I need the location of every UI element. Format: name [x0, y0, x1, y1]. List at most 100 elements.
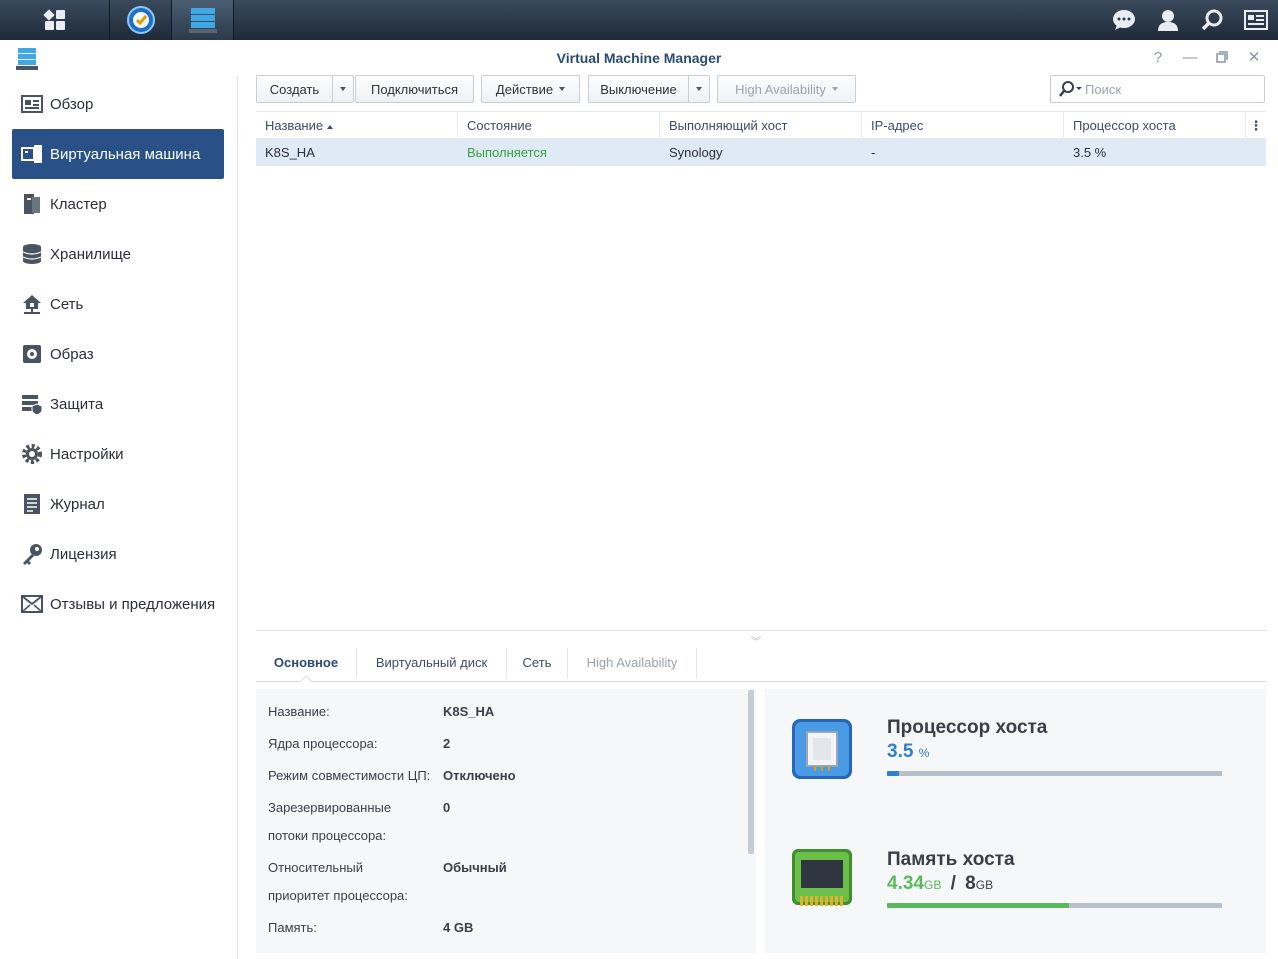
search-box[interactable] — [1050, 75, 1265, 103]
cpu-icon — [791, 718, 853, 783]
detail-label-reserved-1: Зарезервированные — [268, 800, 392, 815]
memory-usage-bar — [887, 903, 1222, 908]
sidebar-item-label: Образ — [50, 345, 94, 363]
feedback-icon — [20, 592, 44, 616]
column-header-ip[interactable]: IP-адрес — [862, 112, 1064, 139]
more-vertical-icon: ⋮ — [1249, 118, 1263, 133]
search-icon — [1059, 81, 1082, 97]
tab-virtual-disk[interactable]: Виртуальный диск — [357, 648, 507, 678]
high-availability-button[interactable]: High Availability — [717, 75, 856, 103]
sidebar-item-label: Настройки — [50, 445, 124, 463]
host-monitor-panel: Процессор хоста 3.5 % Память хоста 4.34G… — [765, 689, 1266, 953]
widgets-icon — [1244, 10, 1268, 30]
sidebar-item-settings[interactable]: Настройки — [12, 429, 224, 479]
sidebar-item-label: Виртуальная машина — [50, 145, 201, 163]
image-icon — [20, 342, 44, 366]
cell-status: Выполняется — [467, 145, 547, 160]
chevron-down-icon — [340, 87, 346, 91]
settings-icon — [20, 442, 44, 466]
create-dropdown-button[interactable] — [332, 75, 354, 103]
column-menu-button[interactable]: ⋮ — [1246, 112, 1266, 139]
detail-value-priority: Обычный — [443, 860, 507, 875]
vmm-taskbar-button[interactable] — [172, 0, 234, 40]
tab-network[interactable]: Сеть — [507, 648, 568, 678]
shutdown-dropdown-button[interactable] — [688, 75, 710, 103]
notifications-button[interactable] — [1102, 0, 1146, 40]
search-input[interactable] — [1085, 81, 1255, 97]
window-titlebar[interactable]: Virtual Machine Manager ? — ✕ — [0, 40, 1278, 76]
sidebar-item-network[interactable]: Сеть — [12, 279, 224, 329]
vmm-app-icon — [188, 8, 217, 33]
tab-general[interactable]: Основное — [256, 648, 357, 678]
restore-icon — [1216, 51, 1228, 63]
cell-ip: - — [871, 145, 876, 160]
memory-icon — [791, 848, 853, 913]
sidebar-item-image[interactable]: Образ — [12, 329, 224, 379]
user-button[interactable] — [1146, 0, 1190, 40]
details-scrollbar[interactable] — [748, 690, 754, 854]
help-icon: ? — [1153, 48, 1163, 66]
connect-button[interactable]: Подключиться — [355, 75, 474, 103]
sidebar-item-label: Хранилище — [50, 245, 131, 263]
minimize-button[interactable]: — — [1180, 48, 1200, 66]
app-update-button[interactable] — [110, 0, 172, 40]
sort-ascending-icon — [327, 124, 334, 129]
column-header-status[interactable]: Состояние — [458, 112, 660, 139]
detail-label-reserved-2: потоки процессора: — [268, 828, 387, 843]
search-button[interactable] — [1190, 0, 1234, 40]
close-button[interactable]: ✕ — [1244, 48, 1264, 66]
search-icon — [1201, 9, 1223, 31]
log-icon — [20, 492, 44, 516]
help-button[interactable]: ? — [1148, 48, 1168, 66]
sidebar-item-virtual-machine[interactable]: Виртуальная машина — [12, 129, 224, 179]
sidebar-item-log[interactable]: Журнал — [12, 479, 224, 529]
sidebar-item-label: Сеть — [50, 295, 84, 313]
widgets-button[interactable] — [1234, 0, 1278, 40]
sidebar-item-protection[interactable]: Защита — [12, 379, 224, 429]
detail-value-reserved: 0 — [443, 800, 451, 815]
sidebar-item-cluster[interactable]: Кластер — [12, 179, 224, 229]
cell-host: Synology — [669, 145, 723, 160]
create-button[interactable]: Создать — [256, 75, 333, 103]
user-icon — [1158, 10, 1178, 31]
column-header-name[interactable]: Название — [256, 112, 458, 139]
detail-tabs: Основное Виртуальный диск Сеть High Avai… — [256, 648, 1266, 687]
maximize-button[interactable] — [1212, 48, 1232, 66]
cpu-usage-fill — [887, 771, 899, 776]
sidebar-item-label: Кластер — [50, 195, 107, 213]
detail-label-name: Название: — [268, 704, 330, 719]
cpu-usage-bar — [887, 771, 1222, 776]
sidebar-item-label: Отзывы и предложения — [50, 595, 216, 613]
sidebar-item-label: Журнал — [50, 495, 105, 513]
table-row[interactable]: K8S_HA Выполняется Synology - 3.5 % — [256, 139, 1266, 166]
chevron-down-icon — [831, 87, 838, 91]
storage-icon — [20, 242, 44, 266]
sidebar-item-storage[interactable]: Хранилище — [12, 229, 224, 279]
chevron-down-icon — [696, 87, 702, 91]
sidebar-item-license[interactable]: Лицензия — [12, 529, 224, 579]
sidebar-item-overview[interactable]: Обзор — [12, 79, 224, 129]
vm-details-panel: Название: K8S_HA Ядра процессора: 2 Режи… — [256, 689, 756, 953]
sidebar-item-label: Обзор — [50, 95, 94, 113]
shutdown-button[interactable]: Выключение — [588, 75, 689, 103]
taskbar — [0, 0, 1278, 40]
detail-label-priority-1: Относительный — [268, 860, 363, 875]
table-header: Название Состояние Выполняющий хост IP-а… — [256, 111, 1266, 139]
close-icon: ✕ — [1247, 49, 1261, 66]
sidebar-item-feedback[interactable]: Отзывы и предложения — [12, 579, 224, 629]
cell-name: K8S_HA — [265, 145, 315, 160]
detail-label-priority-2: приоритет процессора: — [268, 888, 408, 903]
memory-usage-fill — [887, 903, 1069, 908]
window-title: Virtual Machine Manager — [556, 50, 722, 66]
main-menu-button[interactable] — [0, 0, 110, 40]
tab-high-availability[interactable]: High Availability — [568, 648, 697, 678]
sidebar-item-label: Лицензия — [50, 545, 117, 563]
action-button[interactable]: Действие — [481, 75, 580, 103]
sidebar-item-label: Защита — [50, 395, 104, 413]
sidebar: Обзор Виртуальная машина Кластер Хранили… — [0, 76, 238, 959]
column-header-cpu[interactable]: Процессор хоста — [1064, 112, 1246, 139]
detail-label-cores: Ядра процессора: — [268, 736, 378, 751]
panel-splitter[interactable]: ︾ — [256, 630, 1266, 648]
cell-cpu: 3.5 % — [1073, 145, 1107, 160]
column-header-host[interactable]: Выполняющий хост — [660, 112, 862, 139]
